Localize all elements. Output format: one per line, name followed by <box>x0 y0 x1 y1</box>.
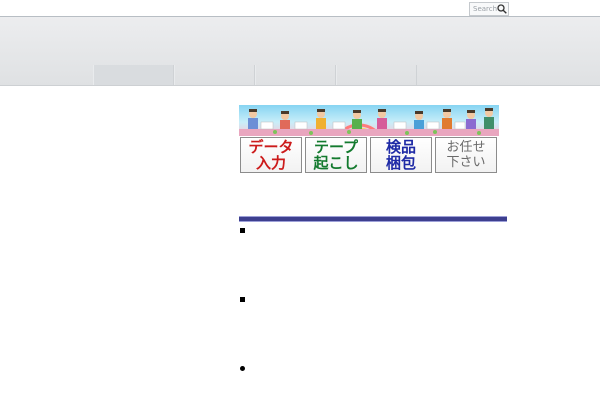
search-input[interactable] <box>470 3 497 15</box>
service-tile-leave-it-to-us[interactable]: お任せ 下さい <box>435 137 497 173</box>
service-tile-transcription[interactable]: テープ 起こし <box>305 137 367 173</box>
tile-label-line2: 梱包 <box>385 154 416 172</box>
list-bullet <box>240 228 245 233</box>
site-header <box>0 17 600 86</box>
service-tile-data-entry[interactable]: データ 入力 <box>240 137 302 173</box>
tile-label-line1: 検品 <box>385 138 416 156</box>
list-bullet <box>240 297 245 302</box>
nav-item-3[interactable] <box>255 65 336 85</box>
banner-illustration <box>239 105 499 136</box>
tile-label-line2: 起こし <box>313 154 359 172</box>
nav-item-1[interactable] <box>93 65 174 85</box>
search-box[interactable] <box>469 2 509 16</box>
top-bar <box>0 0 600 17</box>
tile-label-line1: テープ <box>313 138 359 156</box>
workers-illustration <box>239 108 499 136</box>
service-tiles: データ 入力 テープ 起こし 検品 梱包 お任せ 下さい <box>239 137 499 175</box>
list-bullet <box>240 366 245 371</box>
nav-item-2[interactable] <box>174 65 255 85</box>
tile-label-line2: 入力 <box>255 154 286 172</box>
nav-item-4[interactable] <box>336 65 417 85</box>
tile-label-line1: データ <box>248 138 294 156</box>
main-nav <box>93 65 417 85</box>
tile-label-line1: お任せ <box>446 140 486 155</box>
section-divider <box>239 216 507 222</box>
tile-label-line2: 下さい <box>446 155 486 170</box>
service-tile-inspection-packing[interactable]: 検品 梱包 <box>370 137 432 173</box>
search-icon[interactable] <box>497 4 507 14</box>
services-banner[interactable]: データ 入力 テープ 起こし 検品 梱包 お任せ 下さい <box>239 105 499 175</box>
